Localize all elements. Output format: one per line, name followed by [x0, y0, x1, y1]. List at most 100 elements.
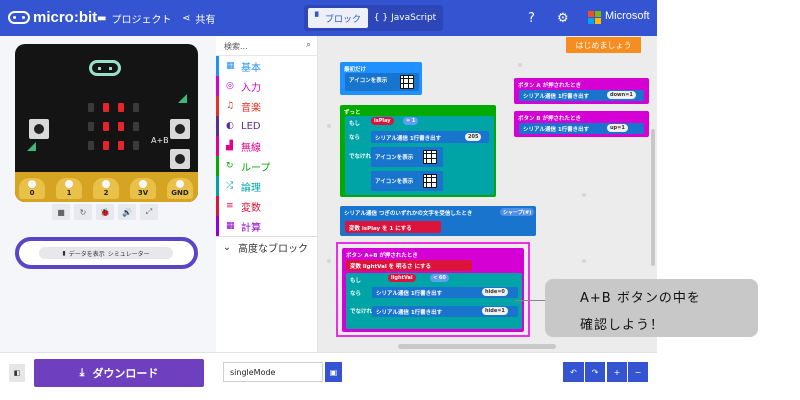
stop-icon[interactable]: ■	[52, 204, 70, 220]
microbit-logo-icon	[8, 11, 30, 24]
category-label: 基本	[241, 62, 261, 74]
share-button[interactable]: ⋖ 共有	[182, 11, 215, 26]
category-label: 音楽	[241, 102, 261, 114]
category-label: LED	[241, 120, 261, 132]
pin-gnd[interactable]: GND	[167, 178, 193, 199]
search-icon: ⌕	[305, 40, 311, 50]
eq-one-pill[interactable]: = 1	[403, 117, 419, 125]
callout-pointer	[515, 300, 545, 301]
category-label: ループ	[241, 162, 271, 174]
toolbox-category[interactable]: ↻ ループ	[216, 156, 317, 176]
toolbox-category[interactable]: ◐ LED	[216, 116, 317, 136]
toolbox-category[interactable]: ▟ 無線	[216, 136, 317, 156]
download-button[interactable]: ⤓ ダウンロード	[34, 359, 204, 387]
category-icon: ≡	[226, 201, 234, 211]
fullscreen-icon[interactable]: ⤢	[140, 204, 158, 220]
serial-write-205-block[interactable]: シリアル通信 1行書き出す 205	[371, 131, 489, 143]
show-data-button[interactable]: ▮ データを表示 シミュレーター	[15, 237, 198, 269]
tab-blocks[interactable]: ▘ ブロック	[308, 8, 368, 28]
zoom-out-button[interactable]: −	[628, 362, 648, 382]
set-isplay-block[interactable]: 変数 isPlay を 1 にする	[345, 221, 441, 233]
led	[133, 141, 139, 150]
up-value[interactable]: up=1	[607, 124, 628, 132]
microbit-board: A+B 0 1 2 3V GND	[15, 44, 198, 202]
button-ab[interactable]	[170, 149, 190, 169]
puzzle-icon: ▘	[315, 13, 322, 23]
pin-0[interactable]: 0	[19, 178, 45, 199]
callout-line-1: A+B ボタンの中を	[580, 291, 701, 306]
pin-1[interactable]: 1	[56, 178, 82, 199]
serial-up-block[interactable]: シリアル通信 1行書き出す up=1	[519, 123, 644, 134]
bottom-bar: ◧ ⤓ ダウンロード singleMode ▣ ↶ ↷ + −	[0, 352, 657, 392]
led	[88, 141, 94, 150]
on-button-a-block[interactable]: ボタン A が押されたとき シリアル通信 1行書き出す down=1	[514, 78, 649, 104]
toolbox-category[interactable]: ▦ 計算	[216, 216, 317, 236]
on-serial-received-block[interactable]: シリアル通信 つぎのいずれかの文字を受信したとき シャープ(#) 変数 isPl…	[340, 206, 536, 236]
led	[118, 141, 124, 150]
show-icon-block-3[interactable]: アイコンを表示	[371, 171, 443, 191]
isplay-var-pill[interactable]: isPlay	[371, 117, 394, 125]
show-data-inner: ▮ データを表示 シミュレーター	[39, 247, 173, 259]
microbit-face-logo[interactable]	[89, 60, 121, 76]
zoom-in-button[interactable]: +	[607, 362, 627, 382]
down-value[interactable]: down=1	[607, 91, 636, 99]
category-list: ▦ 基本 ◎ 入力 ♫ 音楽 ◐ LED ▟ 無線 ↻ ループ ⤮ 論理 ≡ 変数 ▦ 計算	[216, 56, 317, 236]
on-button-a-label: ボタン A が押されたとき	[518, 83, 582, 89]
led	[88, 122, 94, 131]
projects-button[interactable]: ▬ プロジェクト	[97, 11, 171, 26]
then-label: なら	[349, 135, 361, 141]
led	[103, 103, 109, 112]
redo-button[interactable]: ↷	[585, 362, 605, 382]
settings-icon[interactable]: ⚙	[557, 11, 569, 26]
undo-icon: ↶	[570, 367, 577, 377]
led	[88, 103, 94, 112]
save-button[interactable]: ▣	[325, 362, 342, 382]
category-color-bar	[216, 176, 219, 196]
mute-icon[interactable]: 🔊	[118, 204, 136, 220]
microsoft-label[interactable]: Microsoft	[605, 10, 650, 22]
project-name-input[interactable]: singleMode	[223, 362, 323, 382]
horizontal-scrollbar[interactable]	[398, 344, 556, 349]
on-start-block[interactable]: 最初だけ アイコンを表示	[340, 62, 422, 95]
undo-button[interactable]: ↶	[563, 362, 584, 382]
share-icon: ⋖	[182, 13, 191, 24]
if-block[interactable]: もし isPlay = 1 なら シリアル通信 1行書き出す 205 でなければ…	[345, 116, 494, 195]
category-icon: ↻	[226, 161, 234, 171]
advanced-blocks-toggle[interactable]: ⌄ 高度なブロック	[216, 236, 317, 258]
vertical-scrollbar[interactable]	[651, 129, 655, 266]
category-icon: ⤮	[226, 181, 234, 191]
category-color-bar	[216, 156, 219, 176]
category-color-bar	[216, 116, 219, 136]
debug-icon[interactable]: 🐞	[96, 204, 114, 220]
show-icon-block-2[interactable]: アイコンを表示	[371, 147, 443, 167]
toolbox-category[interactable]: ▦ 基本	[216, 56, 317, 76]
sharp-option[interactable]: シャープ(#)	[500, 208, 535, 216]
serial-down-block[interactable]: シリアル通信 1行書き出す down=1	[519, 90, 644, 101]
toolbox-category[interactable]: ♫ 音楽	[216, 96, 317, 116]
toolbox-category[interactable]: ◎ 入力	[216, 76, 317, 96]
download-label: ダウンロード	[92, 367, 159, 380]
show-icon-block[interactable]: アイコンを表示	[345, 73, 419, 91]
icon-preview	[400, 75, 414, 89]
collapse-simulator-button[interactable]: ◧	[9, 364, 25, 382]
pin-3v[interactable]: 3V	[130, 178, 156, 199]
toolbox-search[interactable]: 検索... ⌕	[216, 36, 317, 56]
tutorial-button[interactable]: はじめましょう	[566, 37, 641, 53]
tab-javascript[interactable]: { } JavaScript	[370, 8, 440, 28]
microbit-logo[interactable]: micro:bit	[8, 9, 97, 26]
toolbox-category[interactable]: ≡ 変数	[216, 196, 317, 216]
restart-icon[interactable]: ↻	[74, 204, 92, 220]
zoom-out-icon: −	[634, 367, 642, 377]
on-button-b-block[interactable]: ボタン B が押されたとき シリアル通信 1行書き出す up=1	[514, 111, 649, 137]
forever-block[interactable]: ずっと もし isPlay = 1 なら シリアル通信 1行書き出す 205 で…	[340, 105, 496, 197]
toolbox: 検索... ⌕ ▦ 基本 ◎ 入力 ♫ 音楽 ◐ LED ▟ 無線 ↻ ループ ⤮ 論理 ≡ 変数 ▦ 計算 ⌄ …	[216, 36, 318, 352]
button-a[interactable]	[29, 119, 49, 139]
icon-preview-3	[423, 174, 437, 188]
value-205[interactable]: 205	[465, 133, 482, 141]
category-label: 論理	[241, 182, 261, 194]
help-icon[interactable]: ?	[528, 11, 535, 26]
led	[133, 103, 139, 112]
toolbox-category[interactable]: ⤮ 論理	[216, 176, 317, 196]
pin-2[interactable]: 2	[93, 178, 119, 199]
button-b[interactable]	[170, 119, 190, 139]
